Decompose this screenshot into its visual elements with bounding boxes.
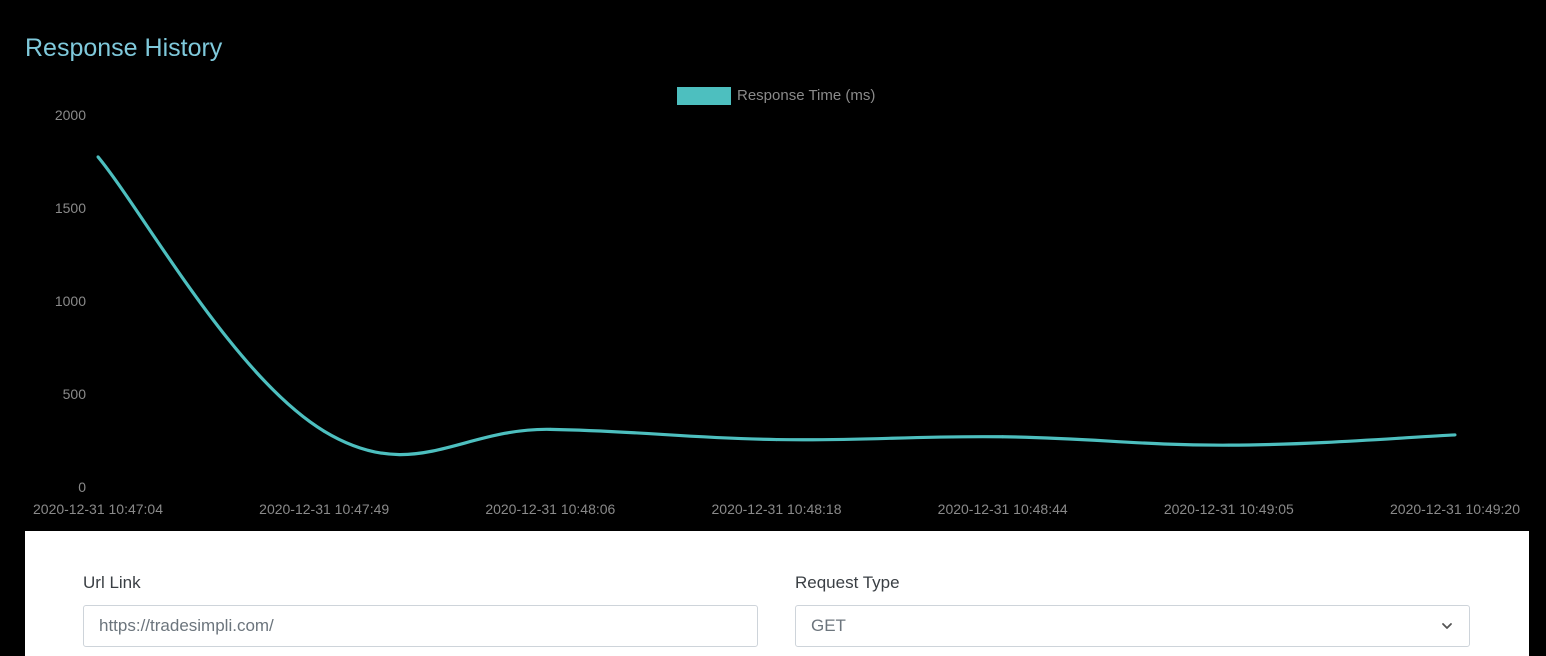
legend-label: Response Time (ms) <box>737 87 875 104</box>
y-tick-label: 0 <box>78 479 86 495</box>
request-type-select[interactable]: GET <box>795 605 1470 647</box>
data-point <box>96 155 100 159</box>
y-tick-label: 1500 <box>55 200 86 216</box>
data-point <box>1227 443 1231 447</box>
chevron-down-icon <box>1442 623 1452 629</box>
y-tick-label: 2000 <box>55 107 86 123</box>
y-tick-label: 1000 <box>55 293 86 309</box>
x-tick-label: 2020-12-31 10:47:04 <box>33 501 163 517</box>
url-link-input[interactable]: https://tradesimpli.com/ <box>83 605 758 647</box>
data-point <box>775 438 778 442</box>
x-tick-label: 2020-12-31 10:47:49 <box>259 501 389 517</box>
request-form-panel: Url Link https://tradesimpli.com/ Reques… <box>25 531 1529 656</box>
y-tick-label: 500 <box>63 386 87 402</box>
url-link-value: https://tradesimpli.com/ <box>99 616 274 635</box>
page: Response History 0 500 1000 1500 2000 2020-12… <box>0 0 1546 656</box>
response-history-chart: 0 500 1000 1500 2000 2020-12-31 10:47:04 2020-… <box>33 87 1520 517</box>
data-point <box>322 429 326 433</box>
x-tick-label: 2020-12-31 10:48:06 <box>485 501 615 517</box>
data-point <box>1453 433 1457 437</box>
legend-swatch <box>677 87 731 105</box>
x-tick-label: 2020-12-31 10:49:20 <box>1390 501 1520 517</box>
data-point <box>1001 435 1005 439</box>
x-tick-label: 2020-12-31 10:49:05 <box>1164 501 1294 517</box>
request-type-value: GET <box>811 616 846 635</box>
request-type-label: Request Type <box>795 573 900 592</box>
series-line <box>96 155 1456 457</box>
data-point <box>548 427 552 431</box>
url-link-label: Url Link <box>83 573 141 592</box>
x-tick-label: 2020-12-31 10:48:18 <box>712 501 842 517</box>
x-tick-label: 2020-12-31 10:48:44 <box>938 501 1068 517</box>
